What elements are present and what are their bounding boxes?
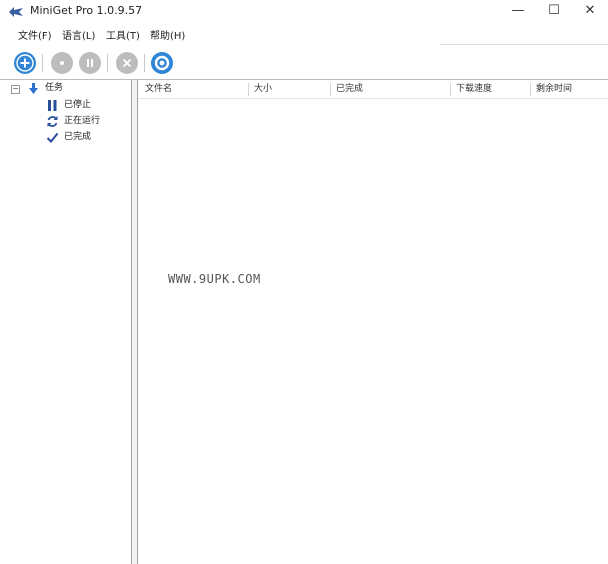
- delete-button[interactable]: [116, 52, 138, 74]
- toolbar-separator: [42, 54, 43, 72]
- column-divider[interactable]: [530, 83, 531, 96]
- column-header-size[interactable]: 大小: [254, 80, 272, 98]
- menu-file[interactable]: 文件(F): [18, 27, 52, 42]
- dot-icon: [60, 61, 64, 65]
- toolbar-separator: [144, 54, 145, 72]
- x-icon: [122, 58, 132, 68]
- menu-help[interactable]: 帮助(H): [150, 27, 185, 42]
- download-arrow-icon: [29, 83, 38, 94]
- add-task-button[interactable]: [14, 52, 36, 74]
- column-header-completed[interactable]: 已完成: [336, 80, 363, 98]
- tree-collapse-toggle[interactable]: −: [11, 85, 20, 94]
- check-icon: [46, 132, 59, 143]
- settings-button[interactable]: [151, 52, 173, 74]
- category-tree: [0, 80, 131, 564]
- window-title: MiniGet Pro 1.0.9.57: [30, 4, 143, 17]
- column-header-remaining[interactable]: 剩余时间: [536, 80, 572, 98]
- start-button[interactable]: [51, 52, 73, 74]
- tree-item-label: 已停止: [64, 100, 92, 110]
- top-divider: [440, 44, 608, 45]
- column-header-filename[interactable]: 文件名: [145, 80, 172, 98]
- pause-icon: [48, 100, 57, 111]
- menu-tools[interactable]: 工具(T): [106, 27, 140, 42]
- toolbar: [0, 46, 608, 78]
- pause-icon: [87, 59, 93, 67]
- menu-language[interactable]: 语言(L): [62, 27, 95, 42]
- pause-button[interactable]: [79, 52, 101, 74]
- watermark-text: WWW.9UPK.COM: [168, 272, 261, 286]
- menu-bar: 文件(F) 语言(L) 工具(T) 帮助(H): [0, 24, 190, 44]
- refresh-icon: [47, 116, 58, 127]
- header-border: [138, 98, 608, 99]
- pane-splitter[interactable]: [131, 80, 138, 564]
- task-list: 文件名 大小 已完成 下载速度 剩余时间: [138, 80, 608, 564]
- tree-item-label: 已完成: [64, 132, 92, 142]
- minimize-button[interactable]: —: [500, 0, 536, 24]
- column-header-speed[interactable]: 下载速度: [456, 80, 492, 98]
- tree-item-label: 正在运行: [64, 116, 101, 126]
- toolbar-separator: [107, 54, 108, 72]
- plus-icon: [16, 54, 34, 72]
- column-divider[interactable]: [330, 83, 331, 96]
- close-button[interactable]: ✕: [572, 0, 608, 24]
- tree-item-label: 任务: [45, 83, 64, 93]
- maximize-button[interactable]: ☐: [536, 0, 572, 24]
- gear-icon: [154, 55, 170, 71]
- column-divider[interactable]: [248, 83, 249, 96]
- title-bar: MiniGet Pro 1.0.9.57 — ☐ ✕: [0, 0, 608, 24]
- app-logo-icon: [9, 7, 23, 17]
- column-divider[interactable]: [450, 83, 451, 96]
